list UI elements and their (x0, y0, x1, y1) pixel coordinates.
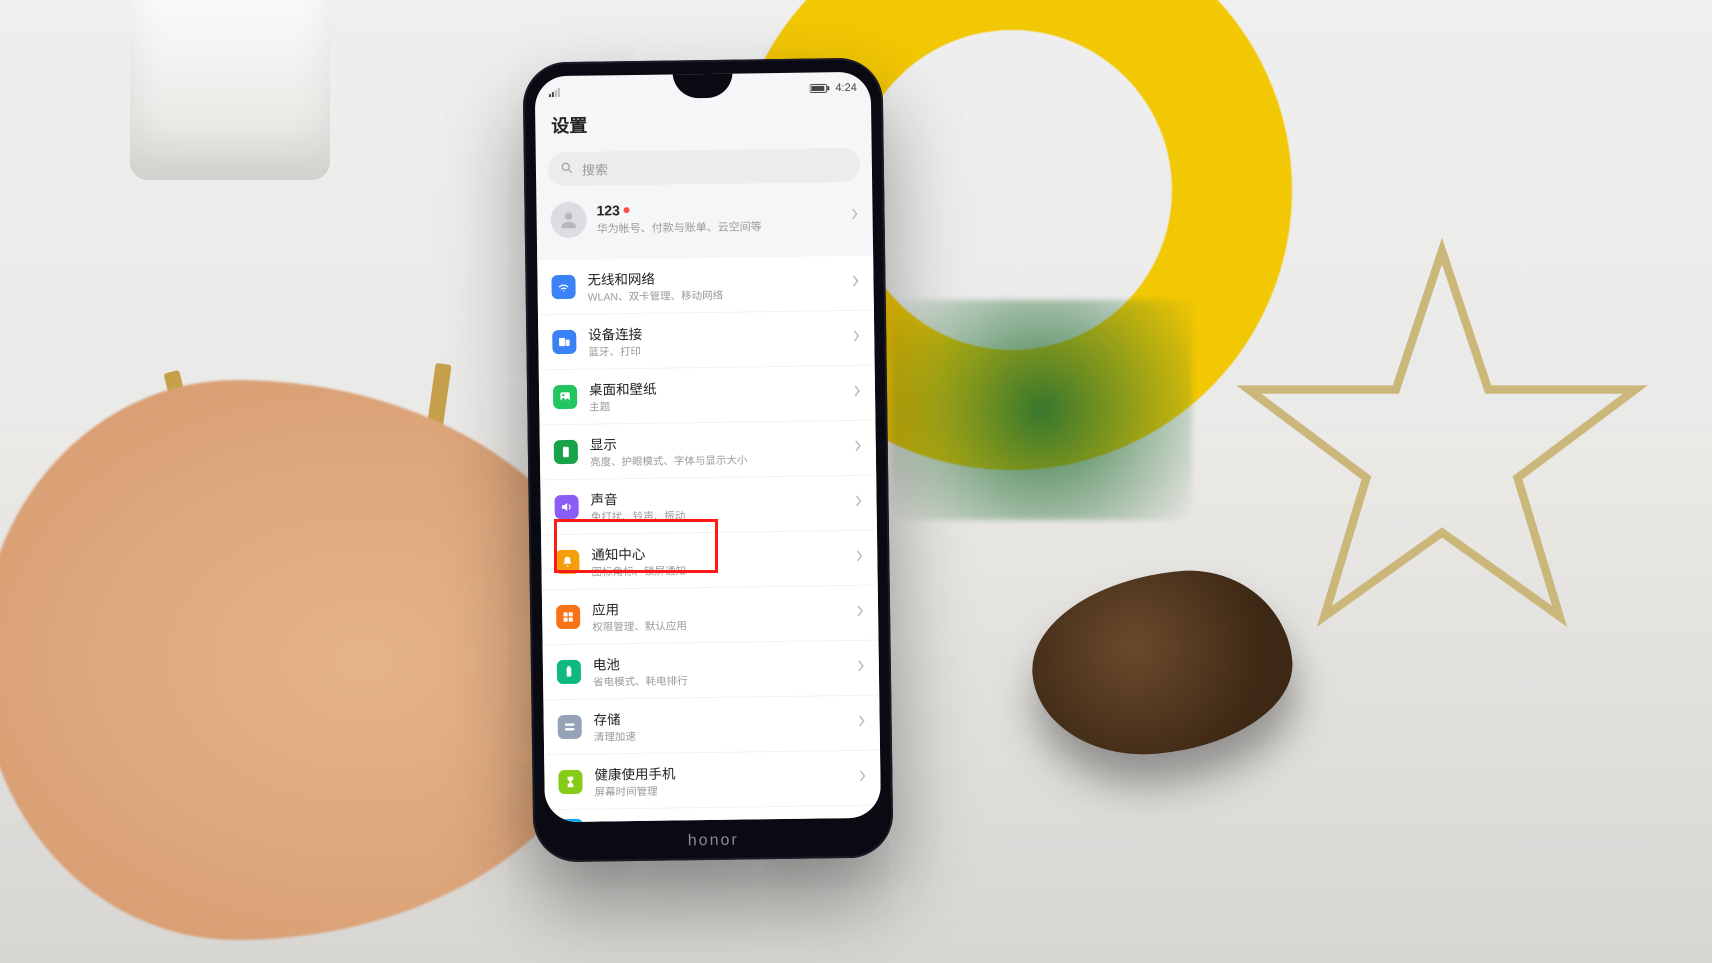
search-placeholder: 搜索 (582, 159, 608, 178)
avatar (550, 202, 586, 238)
row-title: 通知中心 (591, 540, 843, 564)
display-icon (554, 440, 578, 464)
search-icon (560, 160, 574, 177)
row-subtitle: 图标角标、锁屏通知 (591, 561, 843, 580)
sound-icon (554, 495, 578, 519)
phone-brand-label: honor (533, 829, 893, 852)
row-title: 电池 (593, 650, 845, 674)
chevron-right-icon (852, 329, 860, 347)
battery-icon (809, 83, 829, 93)
wallpaper-icon (553, 385, 577, 409)
star-prop (1232, 230, 1652, 650)
phone-screen: 4:24 设置 搜索 123 华为帐号、付款与账单、云空间等 (535, 72, 881, 823)
row-display[interactable]: 显示 亮度、护眼模式、字体与显示大小 (539, 421, 876, 481)
notification-dot (624, 207, 630, 213)
row-title: 健康使用手机 (594, 760, 846, 784)
account-text: 123 华为帐号、付款与账单、云空间等 (596, 199, 840, 236)
shield-icon (559, 819, 583, 823)
chevron-right-icon (856, 604, 864, 622)
bell-icon (555, 550, 579, 574)
row-subtitle: WLAN、双卡管理、移动网络 (588, 286, 840, 305)
wifi-icon (551, 275, 575, 299)
row-title: 声音 (590, 485, 842, 509)
row-health-phone-use[interactable]: 健康使用手机 屏幕时间管理 (544, 751, 881, 811)
row-subtitle: 亮度、护眼模式、字体与显示大小 (590, 451, 842, 470)
chevron-right-icon (858, 714, 866, 732)
hourglass-icon (558, 770, 582, 794)
search-input[interactable]: 搜索 (548, 148, 860, 186)
row-title: 存储 (593, 705, 845, 729)
chevron-right-icon (859, 818, 867, 822)
row-subtitle: 蓝牙、打印 (588, 341, 840, 360)
row-device-connection[interactable]: 设备连接 蓝牙、打印 (538, 311, 875, 371)
row-title: 安全和隐私 (595, 817, 847, 822)
phone-frame: 4:24 设置 搜索 123 华为帐号、付款与账单、云空间等 (522, 58, 893, 863)
signal-icon (549, 87, 563, 97)
chevron-right-icon (854, 439, 862, 457)
chevron-right-icon (857, 659, 865, 677)
row-subtitle: 主题 (589, 396, 841, 415)
storage-icon (558, 715, 582, 739)
row-storage[interactable]: 存储 清理加速 (543, 696, 880, 756)
row-battery[interactable]: 电池 省电模式、耗电排行 (543, 641, 880, 701)
row-notification-center[interactable]: 通知中心 图标角标、锁屏通知 (541, 531, 878, 591)
white-cup-prop (130, 0, 330, 180)
chevron-right-icon (855, 549, 863, 567)
device-connection-icon (552, 330, 576, 354)
status-time: 4:24 (835, 82, 857, 94)
chevron-right-icon (853, 384, 861, 402)
row-title: 无线和网络 (587, 265, 839, 289)
row-title: 设备连接 (588, 320, 840, 344)
page-title: 设置 (551, 108, 855, 138)
chevron-right-icon (854, 494, 862, 512)
account-subtitle: 华为帐号、付款与账单、云空间等 (597, 217, 841, 236)
battery-icon (557, 660, 581, 684)
row-title: 显示 (590, 430, 842, 454)
account-row[interactable]: 123 华为帐号、付款与账单、云空间等 (536, 192, 873, 253)
row-subtitle: 清理加速 (594, 726, 846, 745)
row-subtitle: 权限管理、默认应用 (592, 616, 844, 635)
row-sound[interactable]: 声音 免打扰、铃声、振动 (540, 476, 877, 536)
row-apps[interactable]: 应用 权限管理、默认应用 (542, 586, 879, 646)
chevron-right-icon (851, 274, 859, 292)
apps-icon (556, 605, 580, 629)
chevron-right-icon (850, 207, 858, 225)
row-title: 桌面和壁纸 (589, 375, 841, 399)
account-name: 123 (596, 202, 620, 218)
settings-list: 无线和网络 WLAN、双卡管理、移动网络 设备连接 蓝牙、打印 (537, 256, 881, 823)
pine-branch-prop (892, 300, 1192, 520)
chevron-right-icon (858, 769, 866, 787)
row-subtitle: 免打扰、铃声、振动 (591, 506, 843, 525)
row-title: 应用 (592, 595, 844, 619)
page-header: 设置 (535, 102, 872, 149)
row-home-wallpaper[interactable]: 桌面和壁纸 主题 (539, 366, 876, 426)
row-wireless-network[interactable]: 无线和网络 WLAN、双卡管理、移动网络 (537, 256, 874, 316)
row-subtitle: 屏幕时间管理 (595, 781, 847, 800)
row-subtitle: 省电模式、耗电排行 (593, 671, 845, 690)
